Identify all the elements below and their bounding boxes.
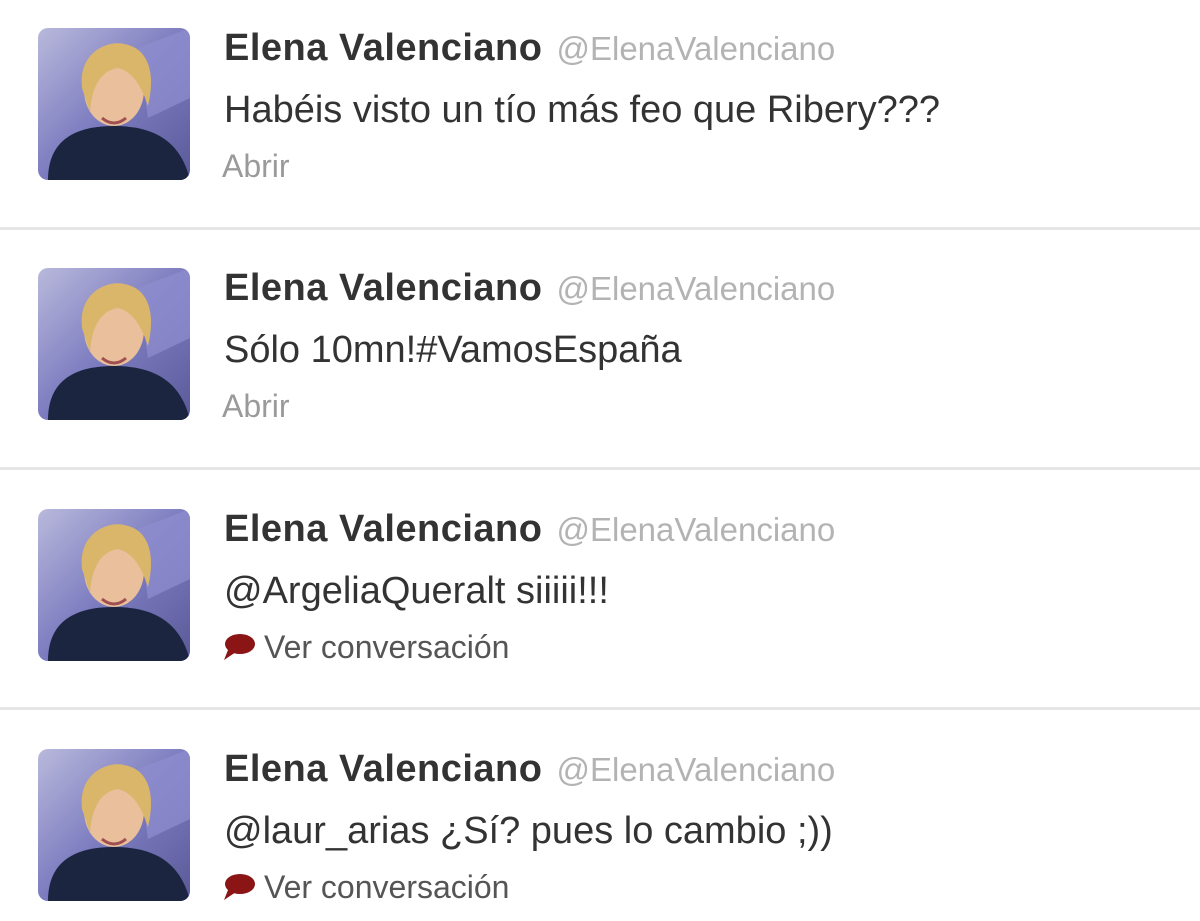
tweet-text: @laur_arias ¿Sí? pues lo cambio ;)) (224, 810, 833, 852)
avatar[interactable] (38, 28, 190, 180)
author-name[interactable]: Elena Valenciano (224, 748, 542, 790)
author-name[interactable]: Elena Valenciano (224, 267, 542, 309)
author-handle[interactable]: @ElenaValenciano (556, 30, 835, 67)
tweet-text: Sólo 10mn!#VamosEspaña (224, 329, 682, 371)
author-handle[interactable]: @ElenaValenciano (556, 751, 835, 788)
speech-bubble-icon (224, 874, 255, 900)
view-conversation-label: Ver conversación (264, 629, 510, 665)
avatar[interactable] (38, 749, 190, 901)
divider (0, 467, 1200, 470)
open-link[interactable]: Abrir (222, 386, 290, 426)
tweet[interactable]: Elena Valenciano @ElenaValenciano Habéis … (0, 0, 1200, 240)
speech-bubble-icon (224, 634, 255, 660)
divider (0, 707, 1200, 710)
tweet[interactable]: Elena Valenciano @ElenaValenciano Sólo 10… (0, 227, 1200, 480)
tweet[interactable]: Elena Valenciano @ElenaValenciano @Argeli… (0, 467, 1200, 721)
view-conversation-link[interactable]: Ver conversación (222, 867, 509, 907)
tweet-header: Elena Valenciano @ElenaValenciano (224, 26, 835, 78)
view-conversation-link[interactable]: Ver conversación (222, 627, 509, 667)
author-name[interactable]: Elena Valenciano (224, 27, 542, 69)
author-handle[interactable]: @ElenaValenciano (556, 270, 835, 307)
tweet-text: @ArgeliaQueralt siiiii!!! (224, 570, 609, 612)
tweet-feed: Elena Valenciano @ElenaValenciano Habéis … (0, 0, 1200, 921)
avatar[interactable] (38, 268, 190, 420)
tweet-header: Elena Valenciano @ElenaValenciano (224, 507, 835, 559)
tweet-header: Elena Valenciano @ElenaValenciano (224, 747, 835, 799)
divider (0, 227, 1200, 230)
tweet-header: Elena Valenciano @ElenaValenciano (224, 266, 835, 318)
avatar[interactable] (38, 509, 190, 661)
author-handle[interactable]: @ElenaValenciano (556, 511, 835, 548)
author-name[interactable]: Elena Valenciano (224, 508, 542, 550)
tweet[interactable]: Elena Valenciano @ElenaValenciano @laur_a… (0, 707, 1200, 921)
open-link[interactable]: Abrir (222, 146, 290, 186)
tweet-text: Habéis visto un tío más feo que Ribery??… (224, 89, 941, 131)
view-conversation-label: Ver conversación (264, 869, 510, 905)
